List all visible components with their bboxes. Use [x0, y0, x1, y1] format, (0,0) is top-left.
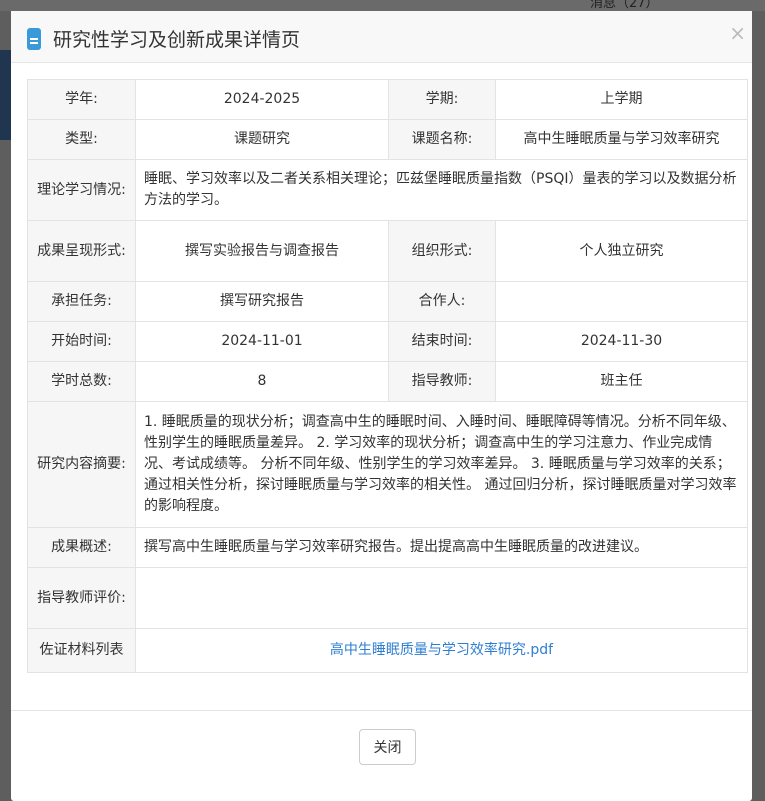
close-icon[interactable]: × [729, 21, 746, 45]
label: 研究内容摘要: [27, 401, 136, 528]
hours-value: 8 [135, 361, 389, 402]
close-button[interactable]: 关闭 [359, 729, 416, 765]
type-value: 课题研究 [135, 119, 389, 160]
evidence-file-link[interactable]: 高中生睡眠质量与学习效率研究.pdf [330, 642, 553, 658]
background-sidebar [0, 50, 11, 140]
label: 课题名称: [388, 119, 496, 160]
label: 成果呈现形式: [27, 220, 136, 282]
background-header: 消息（27） [0, 0, 765, 11]
teacher-value: 班主任 [495, 361, 748, 402]
label: 学时总数: [27, 361, 136, 402]
partner-value [495, 281, 748, 322]
dialog-footer-divider [11, 710, 752, 711]
dialog-title: 研究性学习及创新成果详情页 [53, 29, 301, 51]
label: 类型: [27, 119, 136, 160]
label: 成果概述: [27, 527, 136, 568]
label: 指导教师: [388, 361, 496, 402]
summary-value: 撰写高中生睡眠质量与学习效率研究报告。提出提高高中生睡眠质量的改进建议。 [135, 527, 748, 568]
task-value: 撰写研究报告 [135, 281, 389, 322]
label: 合作人: [388, 281, 496, 322]
end-value: 2024-11-30 [495, 321, 748, 362]
label: 理论学习情况: [27, 159, 136, 221]
dialog-header: 研究性学习及创新成果详情页 × [11, 11, 752, 63]
label: 组织形式: [388, 220, 496, 282]
detail-dialog: 研究性学习及创新成果详情页 × 学年: 2024-2025 学期: 上学期 类型: 课题… [11, 11, 752, 801]
detail-table: 学年: 2024-2025 学期: 上学期 类型: 课题研究 课题名称: 高中生睡眠质量与学… [27, 79, 748, 673]
label: 指导教师评价: [27, 567, 136, 629]
messages-link: 消息（27） [590, 0, 659, 11]
theory-value: 睡眠、学习效率以及二者关系相关理论；匹兹堡睡眠质量指数（PSQI）量表的学习以及… [135, 159, 748, 221]
label: 学年: [27, 79, 136, 120]
label: 学期: [388, 79, 496, 120]
org-value: 个人独立研究 [495, 220, 748, 282]
topic-value: 高中生睡眠质量与学习效率研究 [495, 119, 748, 160]
label: 结束时间: [388, 321, 496, 362]
abstract-value: 1. 睡眠质量的现状分析；调查高中生的睡眠时间、入睡时间、睡眠障碍等情况。分析不… [135, 401, 748, 528]
label: 承担任务: [27, 281, 136, 322]
start-value: 2024-11-01 [135, 321, 389, 362]
document-icon [27, 28, 41, 50]
term-value: 上学期 [495, 79, 748, 120]
comment-value [135, 567, 748, 629]
year-value: 2024-2025 [135, 79, 389, 120]
label: 开始时间: [27, 321, 136, 362]
label: 佐证材料列表 [27, 628, 136, 673]
form-value: 撰写实验报告与调查报告 [135, 220, 389, 282]
